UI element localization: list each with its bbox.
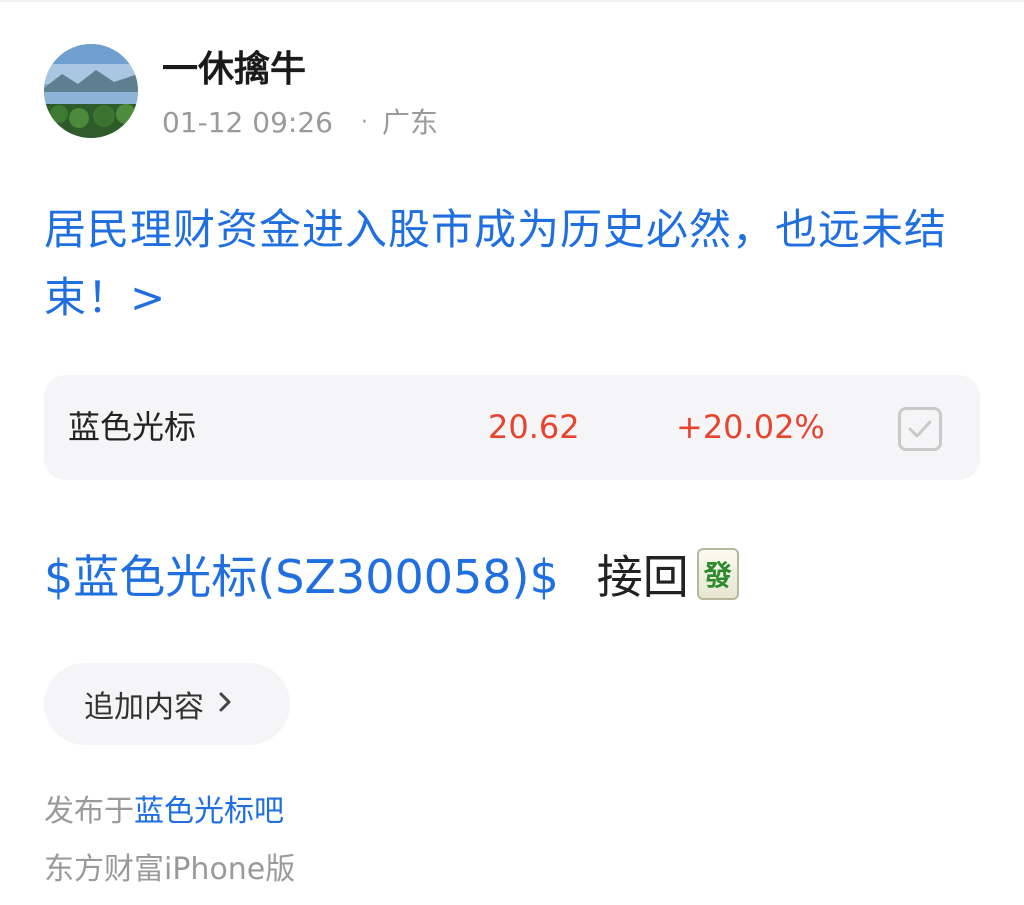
top-divider	[0, 0, 1024, 2]
add-content-label: 追加内容	[84, 690, 204, 725]
stock-cashtag-link[interactable]: $蓝色光标(SZ300058)$	[44, 541, 559, 607]
post-meta: 01-12 09:26 · 广东	[162, 106, 438, 140]
client-source: 东方财富iPhone版	[44, 852, 296, 887]
post-location: 广东	[381, 106, 438, 139]
bar-link[interactable]: 蓝色光标吧	[134, 794, 284, 829]
post-body: $蓝色光标(SZ300058)$ 接回 發	[44, 540, 739, 608]
post-headline-link[interactable]: 居民理财资金进入股市成为历史必然，也远未结束！>	[44, 196, 984, 332]
post-time: 01-12 09:26	[162, 106, 333, 139]
stock-change: +20.02%	[676, 408, 825, 446]
chevron-right-icon	[218, 691, 232, 717]
checkbox-checked-icon[interactable]	[898, 407, 942, 451]
stock-card[interactable]: 蓝色光标 20.62 +20.02%	[44, 375, 980, 480]
mahjong-fa-emoji-icon: 發	[696, 548, 739, 600]
posted-in-prefix: 发布于	[44, 794, 134, 829]
avatar-landscape-image	[44, 44, 138, 138]
posted-in: 发布于蓝色光标吧	[44, 790, 284, 834]
post-body-text: 接回	[596, 550, 689, 604]
avatar[interactable]	[44, 44, 138, 138]
meta-separator: ·	[360, 110, 368, 135]
stock-price: 20.62	[488, 408, 580, 446]
stock-name: 蓝色光标	[68, 408, 197, 446]
author-header: 一休擒牛 01-12 09:26 · 广东	[44, 44, 438, 140]
author-name[interactable]: 一休擒牛	[162, 48, 438, 92]
add-content-button[interactable]: 追加内容	[44, 663, 290, 745]
